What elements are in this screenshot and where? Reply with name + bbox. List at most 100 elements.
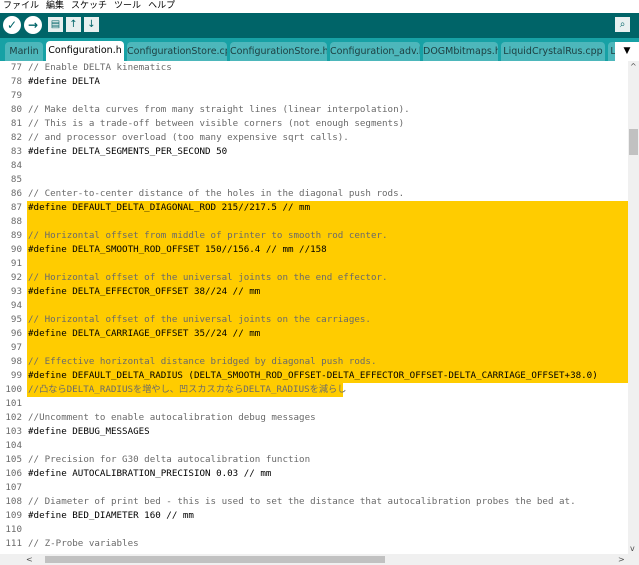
code-line[interactable]: 92 // Horizontal offset of the universal …: [0, 271, 628, 285]
line-number: 109: [5, 510, 22, 521]
verify-button[interactable]: ✓: [3, 16, 21, 34]
code-text: #define DEFAULT_DELTA_RADIUS (DELTA_SMOO…: [28, 370, 598, 381]
code-line[interactable]: 97: [0, 341, 628, 355]
code-line[interactable]: 99 #define DEFAULT_DELTA_RADIUS (DELTA_SM…: [0, 369, 628, 383]
horizontal-scrollbar[interactable]: < >: [0, 554, 628, 565]
menu-bar: ファイル 編集 スケッチ ツール ヘルプ: [0, 0, 639, 13]
code-line[interactable]: 96 #define DELTA_CARRIAGE_OFFSET 35//24 /…: [0, 327, 628, 341]
code-line[interactable]: 111 // Z-Probe variables: [0, 537, 628, 551]
tab-configurationstore-cpp[interactable]: ConfigurationStore.cpp: [127, 42, 227, 61]
code-text: // Horizontal offset from middle of prin…: [28, 230, 388, 241]
line-number: 87: [10, 202, 22, 213]
save-sketch-icon[interactable]: ↓: [84, 17, 99, 32]
tab-configuration-adv-h[interactable]: Configuration_adv.h: [330, 42, 420, 61]
tab-marlin[interactable]: Marlin: [5, 42, 43, 61]
selection-highlight: [27, 215, 628, 229]
serial-monitor-icon[interactable]: ⌕: [615, 17, 630, 32]
code-line[interactable]: 95 // Horizontal offset of the universal …: [0, 313, 628, 327]
code-line[interactable]: 83 #define DELTA_SEGMENTS_PER_SECOND 50: [0, 145, 628, 159]
code-line[interactable]: 110: [0, 523, 628, 537]
scroll-right-icon[interactable]: >: [618, 554, 625, 565]
open-sketch-icon[interactable]: ↑: [66, 17, 81, 32]
selection-highlight: [27, 341, 628, 355]
code-line[interactable]: 84: [0, 159, 628, 173]
code-line[interactable]: 94: [0, 299, 628, 313]
code-text: // Horizontal offset of the universal jo…: [28, 314, 371, 325]
line-number: 88: [10, 216, 22, 227]
code-text: #define DELTA_SEGMENTS_PER_SECOND 50: [28, 146, 228, 157]
code-line[interactable]: 93 #define DELTA_EFFECTOR_OFFSET 38//24 /…: [0, 285, 628, 299]
code-line[interactable]: 79: [0, 89, 628, 103]
code-line[interactable]: 98 // Effective horizontal distance bridg…: [0, 355, 628, 369]
line-number: 79: [10, 90, 22, 101]
menu-edit[interactable]: 編集: [46, 1, 64, 11]
line-number: 83: [10, 146, 22, 157]
line-number: 103: [5, 426, 22, 437]
code-text: #define DEFAULT_DELTA_DIAGONAL_ROD 215//…: [28, 202, 311, 213]
code-line[interactable]: 86 // Center-to-center distance of the ho…: [0, 187, 628, 201]
menu-help[interactable]: ヘルプ: [148, 1, 175, 11]
code-text: // Enable DELTA kinematics: [28, 62, 172, 73]
scroll-up-icon[interactable]: ^: [630, 61, 637, 72]
vertical-scroll-thumb[interactable]: [629, 129, 638, 155]
tab-menu-icon[interactable]: ▼: [615, 42, 639, 61]
scroll-down-icon[interactable]: v: [630, 543, 635, 554]
code-line[interactable]: 106 #define AUTOCALIBRATION_PRECISION 0.0…: [0, 467, 628, 481]
line-number: 82: [10, 132, 22, 143]
code-line[interactable]: 88: [0, 215, 628, 229]
vertical-scrollbar[interactable]: ^ v: [628, 61, 639, 554]
code-line[interactable]: 90 #define DELTA_SMOOTH_ROD_OFFSET 150//1…: [0, 243, 628, 257]
line-number: 101: [5, 398, 22, 409]
code-line[interactable]: 91: [0, 257, 628, 271]
code-line[interactable]: 89 // Horizontal offset from middle of pr…: [0, 229, 628, 243]
new-sketch-icon[interactable]: ▤: [48, 17, 63, 32]
tab-liquidcrystalrus-cpp[interactable]: LiquidCrystalRus.cpp: [501, 42, 605, 61]
horizontal-scroll-thumb[interactable]: [45, 556, 385, 563]
code-line[interactable]: 87 #define DEFAULT_DELTA_DIAGONAL_ROD 215…: [0, 201, 628, 215]
tab-configuration-h[interactable]: Configuration.h: [46, 41, 124, 61]
line-number: 106: [5, 468, 22, 479]
scroll-left-icon[interactable]: <: [26, 554, 33, 565]
line-number: 98: [10, 356, 22, 367]
code-line[interactable]: 104: [0, 439, 628, 453]
menu-sketch[interactable]: スケッチ: [71, 1, 107, 11]
line-number: 86: [10, 188, 22, 199]
code-line[interactable]: 81 // This is a trade-off between visible…: [0, 117, 628, 131]
code-line[interactable]: 85: [0, 173, 628, 187]
selection-highlight: [27, 299, 628, 313]
code-line[interactable]: 109 #define BED_DIAMETER 160 // mm: [0, 509, 628, 523]
code-line[interactable]: 108 // Diameter of print bed - this is us…: [0, 495, 628, 509]
line-number: 95: [10, 314, 22, 325]
code-text: // Precision for G30 delta autocalibrati…: [28, 454, 311, 465]
line-number: 105: [5, 454, 22, 465]
code-text: //Uncomment to enable autocalibration de…: [28, 412, 316, 423]
code-text: #define DELTA_CARRIAGE_OFFSET 35//24 // …: [28, 328, 261, 339]
code-line[interactable]: 77 // Enable DELTA kinematics: [0, 61, 628, 75]
code-line[interactable]: 103 #define DEBUG_MESSAGES: [0, 425, 628, 439]
line-number: 110: [5, 524, 22, 535]
line-number: 90: [10, 244, 22, 255]
code-line[interactable]: 101: [0, 397, 628, 411]
code-text: #define DEBUG_MESSAGES: [28, 426, 150, 437]
code-line[interactable]: 100 //凸ならDELTA_RADIUSを増やし、凹スカスカならDELTA_RA…: [0, 383, 628, 397]
code-line[interactable]: 105 // Precision for G30 delta autocalibr…: [0, 453, 628, 467]
menu-tools[interactable]: ツール: [114, 1, 141, 11]
line-number: 91: [10, 258, 22, 269]
tab-bar: Marlin Configuration.h ConfigurationStor…: [0, 38, 639, 61]
code-text: // This is a trade-off between visible c…: [28, 118, 405, 129]
line-number: 104: [5, 440, 22, 451]
code-line[interactable]: 107: [0, 481, 628, 495]
menu-file[interactable]: ファイル: [3, 1, 39, 11]
code-line[interactable]: 80 // Make delta curves from many straigh…: [0, 103, 628, 117]
code-line[interactable]: 82 // and processor overload (too many ex…: [0, 131, 628, 145]
upload-button[interactable]: →: [24, 16, 42, 34]
code-text: // and processor overload (too many expe…: [28, 132, 349, 143]
code-editor[interactable]: 77 // Enable DELTA kinematics 78 #define DE…: [0, 61, 628, 554]
line-number: 93: [10, 286, 22, 297]
line-number: 94: [10, 300, 22, 311]
code-line[interactable]: 78 #define DELTA: [0, 75, 628, 89]
code-line[interactable]: 102 //Uncomment to enable autocalibration…: [0, 411, 628, 425]
tab-dogmbitmaps-h[interactable]: DOGMbitmaps.h: [423, 42, 498, 61]
tab-configurationstore-h[interactable]: ConfigurationStore.h: [230, 42, 327, 61]
code-text: #define DELTA_SMOOTH_ROD_OFFSET 150//156…: [28, 244, 327, 255]
